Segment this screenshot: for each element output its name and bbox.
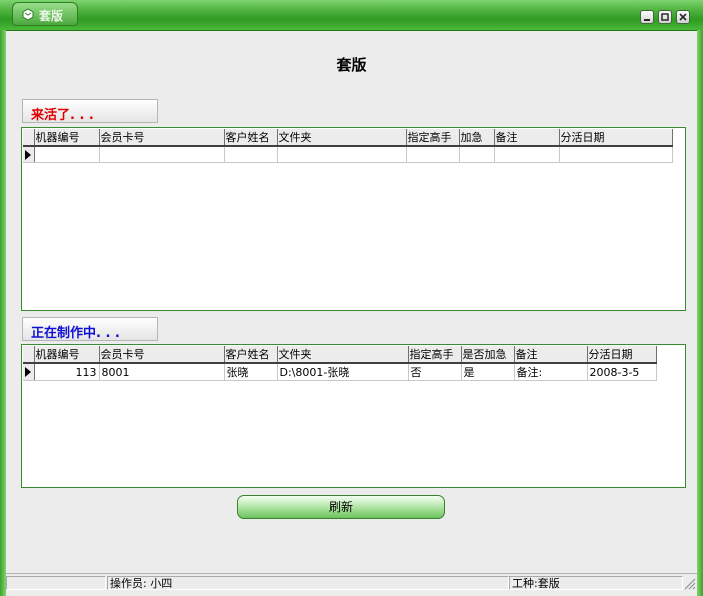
member-card-cell[interactable]: 8001	[99, 363, 225, 381]
current-row-arrow-icon	[25, 367, 31, 377]
column-header[interactable]: 客户姓名	[224, 346, 278, 364]
incoming-jobs-label: 来活了. . .	[22, 99, 158, 123]
column-header[interactable]: 分活日期	[587, 346, 657, 364]
window-border-right	[697, 30, 703, 596]
table-cell[interactable]	[494, 146, 560, 163]
customer-name-cell[interactable]: 张晓	[224, 363, 278, 381]
assigned-expert-cell[interactable]: 否	[408, 363, 462, 381]
main-window: 套版 套版 来活了. . . 机器编号 会员卡号 客户姓名 文件夹 指定高手 加…	[0, 0, 703, 596]
column-header[interactable]: 会员卡号	[99, 129, 225, 147]
maximize-button[interactable]	[658, 10, 672, 24]
app-logo-icon	[22, 8, 34, 21]
status-operator: 操作员: 小四	[107, 576, 509, 590]
status-cell-empty	[6, 576, 106, 590]
column-header[interactable]: 客户姓名	[224, 129, 278, 147]
column-header[interactable]: 机器编号	[34, 346, 100, 364]
in-progress-grid[interactable]: 机器编号 会员卡号 客户姓名 文件夹 指定高手 是否加急 备注 分活日期 113…	[21, 344, 686, 488]
maximize-icon	[661, 13, 669, 21]
assign-date-cell[interactable]: 2008-3-5	[587, 363, 657, 381]
table-cell[interactable]	[34, 146, 100, 163]
window-title: 套版	[39, 9, 64, 23]
table-row[interactable]: 113 8001 张晓 D:\8001-张晓 否 是 备注: 2008-3-5	[23, 363, 657, 381]
current-row-arrow-icon	[25, 149, 31, 160]
incoming-header-row: 机器编号 会员卡号 客户姓名 文件夹 指定高手 加急 备注 分活日期	[23, 129, 673, 147]
window-title-tab: 套版	[12, 2, 78, 26]
table-cell[interactable]	[559, 146, 673, 163]
column-header[interactable]: 机器编号	[34, 129, 100, 147]
column-header[interactable]: 备注	[514, 346, 588, 364]
table-row[interactable]	[23, 146, 673, 163]
column-header[interactable]: 指定高手	[408, 346, 462, 364]
remark-cell[interactable]: 备注:	[514, 363, 588, 381]
row-indicator-header	[23, 129, 35, 147]
status-bar: 操作员: 小四 工种:套版	[6, 573, 697, 592]
column-header[interactable]: 备注	[494, 129, 560, 147]
table-cell[interactable]	[406, 146, 460, 163]
in-progress-label: 正在制作中. . .	[22, 317, 158, 341]
machine-id-cell[interactable]: 113	[34, 363, 100, 381]
column-header[interactable]: 是否加急	[461, 346, 515, 364]
column-header[interactable]: 加急	[459, 129, 495, 147]
window-border-left	[0, 30, 6, 596]
folder-cell[interactable]: D:\8001-张晓	[277, 363, 409, 381]
row-indicator[interactable]	[23, 146, 35, 163]
row-indicator-header	[23, 346, 35, 364]
page-title: 套版	[336, 56, 367, 74]
refresh-button[interactable]: 刷新	[237, 495, 445, 519]
column-header[interactable]: 文件夹	[277, 129, 407, 147]
minimize-button[interactable]	[640, 10, 654, 24]
table-cell[interactable]	[99, 146, 225, 163]
table-cell[interactable]	[277, 146, 407, 163]
incoming-jobs-grid[interactable]: 机器编号 会员卡号 客户姓名 文件夹 指定高手 加急 备注 分活日期	[21, 127, 686, 311]
close-button[interactable]	[676, 10, 690, 24]
table-cell[interactable]	[224, 146, 278, 163]
in-progress-table[interactable]: 机器编号 会员卡号 客户姓名 文件夹 指定高手 是否加急 备注 分活日期 113…	[23, 346, 657, 381]
incoming-jobs-table[interactable]: 机器编号 会员卡号 客户姓名 文件夹 指定高手 加急 备注 分活日期	[23, 129, 673, 163]
column-header[interactable]: 文件夹	[277, 346, 409, 364]
column-header[interactable]: 分活日期	[559, 129, 673, 147]
title-bar[interactable]: 套版	[0, 0, 703, 31]
minimize-icon	[644, 19, 650, 21]
column-header[interactable]: 会员卡号	[99, 346, 225, 364]
urgent-cell[interactable]: 是	[461, 363, 515, 381]
row-indicator[interactable]	[23, 363, 35, 381]
in-progress-header-row: 机器编号 会员卡号 客户姓名 文件夹 指定高手 是否加急 备注 分活日期	[23, 346, 657, 364]
close-icon	[679, 13, 687, 21]
resize-grip-icon[interactable]	[684, 578, 696, 590]
table-cell[interactable]	[459, 146, 495, 163]
column-header[interactable]: 指定高手	[406, 129, 460, 147]
status-job-type: 工种:套版	[509, 576, 683, 590]
